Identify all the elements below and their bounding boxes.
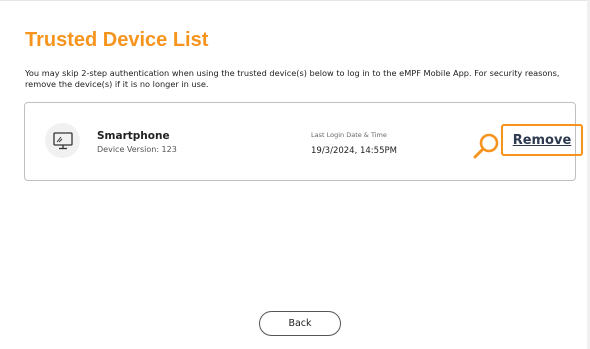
last-login-label: Last Login Date & Time: [311, 131, 387, 139]
intro-text: You may skip 2-step authentication when …: [25, 68, 560, 89]
last-login-value: 19/3/2024, 14:55PM: [311, 146, 397, 156]
magnifier-icon: [473, 133, 499, 159]
computer-monitor-icon: [45, 123, 80, 158]
top-divider: [0, 0, 590, 1]
device-card: Smartphone Device Version: 123 Last Logi…: [24, 102, 583, 181]
remove-button[interactable]: Remove: [501, 124, 583, 156]
page-title: Trusted Device List: [25, 29, 209, 51]
device-name: Smartphone: [97, 130, 170, 142]
device-version: Device Version: 123: [97, 145, 177, 154]
remove-link[interactable]: Remove: [513, 133, 572, 148]
trusted-device-page: Trusted Device List You may skip 2-step …: [0, 0, 590, 349]
back-button[interactable]: Back: [259, 311, 341, 336]
